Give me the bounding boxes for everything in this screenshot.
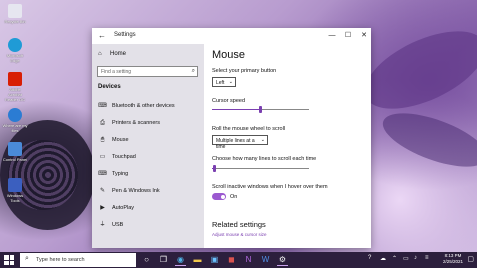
adjust-mouse-cursor-link[interactable]: Adjust mouse & cursor size xyxy=(212,232,267,237)
slider-thumb[interactable] xyxy=(259,106,262,113)
chevron-down-icon: ⌄ xyxy=(228,79,233,85)
file-explorer-icon[interactable]: ▬ xyxy=(192,254,203,266)
page-title: Mouse xyxy=(212,49,246,61)
title-bar: ← Settings — ☐ ✕ xyxy=(92,28,371,44)
touchpad-icon: ▭ xyxy=(99,154,106,160)
maximize-button[interactable]: ☐ xyxy=(341,30,355,41)
slider-track xyxy=(212,167,309,169)
desktop-icon-files[interactable]: Where are my files xyxy=(2,108,28,133)
help-icon[interactable]: ? xyxy=(368,255,371,261)
desktop-icon-tools[interactable]: Windows Tools xyxy=(2,178,28,203)
desktop-icon-control-panel[interactable]: Control Panel xyxy=(2,142,28,162)
search-icon: ⌕ xyxy=(25,255,29,262)
keyboard-icon: ⌨ xyxy=(98,171,107,177)
cloud-icon xyxy=(8,108,22,122)
nav-home[interactable]: ⌂ Home xyxy=(98,51,126,57)
onedrive-icon[interactable]: ☁ xyxy=(380,255,386,262)
desktop-icon-recycle-bin[interactable]: Recycle Bin xyxy=(2,4,28,24)
clock-date: 2/25/2021 xyxy=(442,259,463,264)
home-icon: ⌂ xyxy=(98,51,102,57)
taskbar-search-input[interactable]: ⌕ Type here to search xyxy=(20,253,136,267)
edge-icon xyxy=(8,38,22,52)
wheel-scroll-dropdown[interactable]: Multiple lines at a time ⌄ xyxy=(212,135,268,150)
sidebar-item-bluetooth[interactable]: ⌨ Bluetooth & other devices xyxy=(98,102,198,111)
wheel-scroll-label: Roll the mouse wheel to scroll xyxy=(212,126,286,132)
edge-taskbar-icon[interactable]: ◉ xyxy=(175,254,186,266)
inactive-scroll-toggle[interactable] xyxy=(212,193,226,200)
mouse-settings-content: Mouse Select your primary button Left ⌄ … xyxy=(204,44,371,248)
windows-logo-icon xyxy=(4,255,9,260)
taskbar: ⌕ Type here to search ○ ❐ ◉ ▬ ▣ ◼ N W ⚙ … xyxy=(0,252,477,268)
tools-icon xyxy=(8,178,22,192)
lines-scroll-label: Choose how many lines to scroll each tim… xyxy=(212,156,317,162)
related-settings-heading: Related settings xyxy=(212,220,266,229)
store-icon[interactable]: ▣ xyxy=(209,254,220,266)
back-arrow-icon[interactable]: ← xyxy=(98,31,106,40)
desktop-icon-acrobat[interactable]: Adobe Acrobat Reader DC xyxy=(2,72,28,102)
task-view-icon[interactable]: ❐ xyxy=(158,254,169,266)
pen-icon: ✎ xyxy=(99,188,106,194)
acrobat-icon xyxy=(8,72,22,86)
chevron-down-icon: ⌄ xyxy=(260,137,265,143)
wallpaper-wing xyxy=(376,102,477,178)
minimize-button[interactable]: — xyxy=(325,30,339,41)
sidebar-item-touchpad[interactable]: ▭ Touchpad xyxy=(98,153,198,162)
usb-icon: ⏚ xyxy=(99,222,106,228)
volume-icon[interactable]: ♪ xyxy=(414,255,417,261)
toggle-knob xyxy=(221,194,225,199)
settings-window: ← Settings — ☐ ✕ ⌂ Home Find a setting ⌕ … xyxy=(92,28,371,248)
sidebar-item-typing[interactable]: ⌨ Typing xyxy=(98,170,198,179)
cortana-icon[interactable]: ○ xyxy=(141,254,152,266)
nav-section-heading: Devices xyxy=(98,84,121,90)
sidebar-item-mouse[interactable]: 🖱 Mouse xyxy=(98,136,198,145)
autoplay-icon: ▶ xyxy=(100,205,105,211)
primary-button-dropdown[interactable]: Left ⌄ xyxy=(212,77,236,87)
taskbar-clock[interactable]: 8:13 PM 2/25/2021 xyxy=(443,253,463,265)
sidebar-item-pen[interactable]: ✎ Pen & Windows Ink xyxy=(98,187,198,196)
start-button[interactable] xyxy=(4,255,14,265)
sidebar-item-autoplay[interactable]: ▶ AutoPlay xyxy=(98,204,198,213)
printer-icon: ⎙ xyxy=(100,120,105,126)
navigation-pane: ⌂ Home Find a setting ⌕ Devices ⌨ Bluetoot… xyxy=(92,44,204,248)
cursor-speed-slider[interactable] xyxy=(212,106,309,113)
inactive-scroll-label: Scroll inactive windows when I hover ove… xyxy=(212,184,328,190)
wallpaper-wing xyxy=(353,15,477,125)
recycle-bin-icon xyxy=(8,4,22,18)
settings-taskbar-icon[interactable]: ⚙ xyxy=(277,254,288,266)
keyboard-icon: ⌨ xyxy=(98,103,107,109)
network-icon[interactable]: ▭ xyxy=(403,255,409,262)
search-icon: ⌕ xyxy=(191,68,195,74)
settings-search-input[interactable]: Find a setting ⌕ xyxy=(97,66,198,77)
slider-fill xyxy=(212,108,261,110)
office-icon[interactable]: ◼ xyxy=(226,254,237,266)
word-icon[interactable]: W xyxy=(260,254,271,266)
onenote-icon[interactable]: N xyxy=(243,254,254,266)
slider-thumb[interactable] xyxy=(213,165,217,172)
chevron-up-icon[interactable]: ⌃ xyxy=(392,255,397,262)
control-panel-icon xyxy=(8,142,22,156)
sidebar-item-usb[interactable]: ⏚ USB xyxy=(98,221,198,230)
close-button[interactable]: ✕ xyxy=(357,30,371,41)
sidebar-item-printers[interactable]: ⎙ Printers & scanners xyxy=(98,119,198,128)
toggle-state-label: On xyxy=(230,194,238,200)
window-title: Settings xyxy=(114,32,136,38)
lines-scroll-slider[interactable] xyxy=(212,165,309,172)
notifications-icon[interactable]: ▢ xyxy=(467,255,474,263)
cursor-speed-label: Cursor speed xyxy=(212,98,246,104)
language-icon[interactable]: ≡ xyxy=(425,255,429,261)
mouse-icon: 🖱 xyxy=(100,137,105,143)
primary-button-label: Select your primary button xyxy=(212,68,277,74)
desktop-icon-edge[interactable]: Microsoft Edge xyxy=(2,38,28,63)
